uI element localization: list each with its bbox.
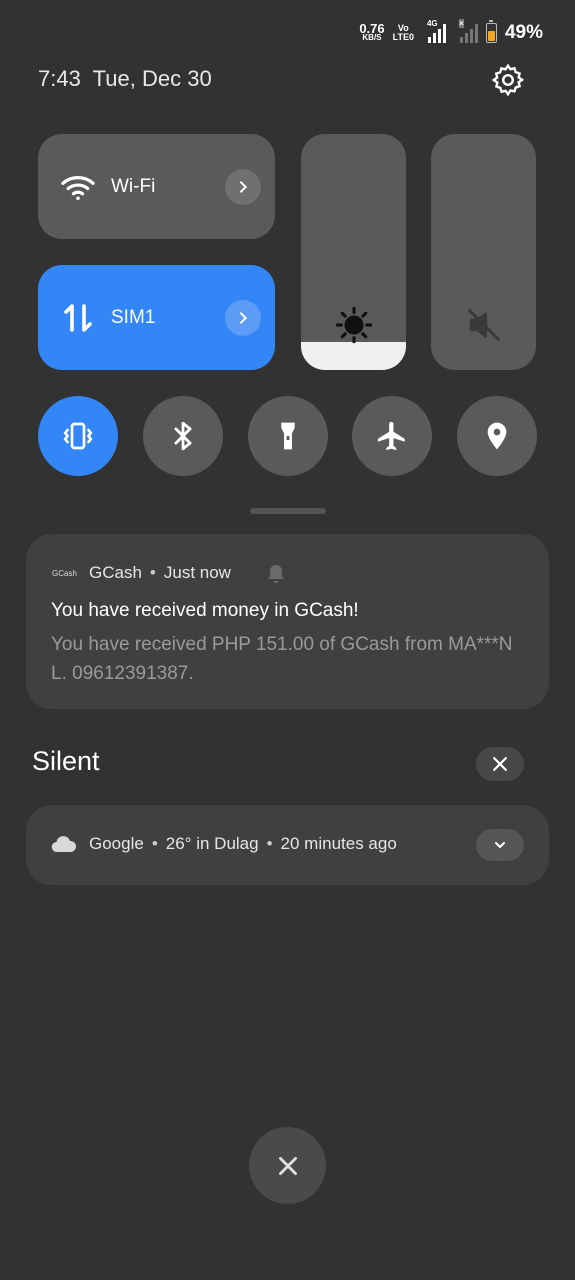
google-notification-header: Google • 26° in Dulag • 20 minutes ago bbox=[89, 834, 397, 853]
sim-label: SIM1 bbox=[111, 306, 156, 328]
weather-summary: 26° in Dulag bbox=[165, 834, 259, 853]
chevron-down-icon bbox=[495, 842, 505, 849]
flashlight-toggle[interactable] bbox=[248, 396, 328, 476]
brightness-slider[interactable] bbox=[301, 134, 406, 370]
gcash-logo: GCash bbox=[52, 569, 77, 578]
date: Tue, Dec 30 bbox=[92, 66, 212, 91]
battery-percent: 49% bbox=[504, 22, 543, 43]
google-notification-time: 20 minutes ago bbox=[280, 834, 397, 853]
close-icon bbox=[278, 1156, 297, 1175]
notification-title: You have received money in GCash! bbox=[51, 600, 359, 621]
vibrate-toggle[interactable] bbox=[38, 396, 118, 476]
notification-app-name: GCash bbox=[89, 563, 142, 582]
time: 7:43 bbox=[38, 66, 81, 91]
volume-slider[interactable] bbox=[431, 134, 536, 370]
network-speed-value: 0.76 bbox=[359, 21, 385, 36]
wifi-expand-button[interactable] bbox=[225, 168, 261, 205]
bluetooth-toggle[interactable] bbox=[143, 396, 223, 476]
silent-section-label: Silent bbox=[32, 746, 100, 776]
status-bar: 0.76 KB/S Vo LTE0 4G × 49% bbox=[359, 18, 543, 48]
network-type: 4G bbox=[426, 19, 438, 28]
clear-silent-button[interactable] bbox=[476, 747, 524, 781]
brightness-icon bbox=[335, 306, 372, 344]
location-icon bbox=[487, 422, 507, 450]
network-speed-unit: KB/S bbox=[362, 33, 382, 42]
flashlight-icon bbox=[281, 422, 295, 450]
signal-sim1-icon: 4G bbox=[427, 19, 446, 43]
airplane-mode-toggle[interactable] bbox=[352, 396, 432, 476]
volte-bottom: LTE0 bbox=[392, 32, 414, 42]
bluetooth-icon bbox=[174, 421, 192, 451]
notification-time: Just now bbox=[163, 563, 231, 582]
mobile-data-icon bbox=[64, 303, 92, 332]
location-toggle[interactable] bbox=[457, 396, 537, 476]
volume-muted-icon bbox=[467, 309, 500, 341]
wifi-icon bbox=[61, 175, 95, 200]
notification-body: You have received PHP 151.00 of GCash fr… bbox=[51, 634, 513, 684]
panel-drag-handle[interactable] bbox=[250, 508, 326, 514]
alert-bell-icon bbox=[268, 565, 284, 583]
gear-icon[interactable] bbox=[490, 62, 526, 98]
mobile-data-tile[interactable]: SIM1 bbox=[38, 265, 275, 370]
close-panel-button[interactable] bbox=[249, 1127, 326, 1204]
airplane-icon bbox=[377, 421, 405, 451]
chevron-right-icon bbox=[240, 180, 248, 193]
wifi-tile[interactable]: Wi-Fi bbox=[38, 134, 275, 239]
signal-sim2-icon: × bbox=[458, 19, 478, 43]
network-speed: 0.76 KB/S bbox=[359, 21, 385, 42]
battery-icon bbox=[485, 20, 497, 43]
clock-date: 7:43 Tue, Dec 30 bbox=[38, 66, 212, 92]
notification-header: GCash • Just now bbox=[89, 563, 231, 582]
vibrate-icon bbox=[63, 422, 93, 450]
close-icon bbox=[493, 757, 507, 771]
volte-indicator: Vo LTE0 bbox=[393, 24, 414, 42]
cloud-icon bbox=[51, 836, 77, 853]
chevron-right-icon bbox=[240, 311, 248, 324]
google-app-name: Google bbox=[89, 834, 144, 853]
sim-expand-button[interactable] bbox=[225, 299, 261, 336]
wifi-label: Wi-Fi bbox=[111, 175, 156, 197]
brightness-level bbox=[301, 341, 406, 370]
expand-notification-button[interactable] bbox=[476, 829, 524, 861]
